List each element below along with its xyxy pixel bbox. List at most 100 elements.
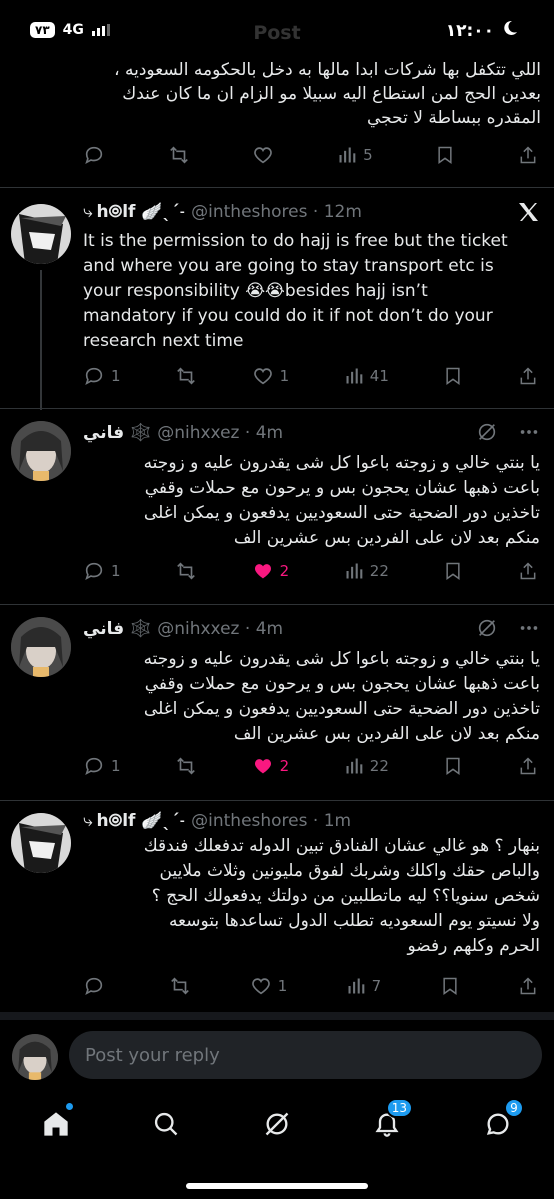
reply-input[interactable]: Post your reply xyxy=(69,1031,542,1079)
text-line: الحرم وكلهم رفضو xyxy=(407,936,540,956)
action-bar: 1 7 xyxy=(83,973,538,999)
repost-button[interactable] xyxy=(168,144,190,166)
reply-icon xyxy=(85,146,103,165)
handle[interactable]: @intheshores xyxy=(191,811,307,831)
share-button[interactable] xyxy=(518,366,538,386)
action-bar: 1 2 22 xyxy=(83,753,538,779)
avatar[interactable] xyxy=(11,204,71,264)
separator-dot: · xyxy=(307,202,324,222)
share-button[interactable] xyxy=(518,561,538,581)
views-button[interactable]: 7 xyxy=(346,976,381,996)
tweet[interactable]: فاني 🕸️ @nihxxez · 4m يا بنتي خالي و زوج… xyxy=(0,605,554,800)
display-name[interactable]: فاني 🕸️ xyxy=(83,619,151,639)
repost-button[interactable] xyxy=(169,975,191,997)
grok-icon[interactable] xyxy=(476,421,498,447)
header-icons xyxy=(476,617,540,643)
reply-arrow-icon: ⤷ xyxy=(83,202,93,222)
nav-grok[interactable] xyxy=(257,1104,297,1144)
like-button[interactable]: 2 xyxy=(252,560,289,582)
tweet-header: فاني 🕸️ @nihxxez · 4m xyxy=(83,421,540,445)
home-indicator xyxy=(186,1183,368,1189)
reply-count: 1 xyxy=(111,562,121,580)
share-icon xyxy=(520,367,536,385)
reply-button[interactable]: 1 xyxy=(83,560,121,582)
tweet[interactable]: ⤷ h⦾lf 🪽ˎˊ˗ @intheshores · 1m بنهار ؟ هو… xyxy=(0,801,554,1011)
tweet[interactable]: ⤷ h⦾lf 🪽ˎˊ˗ @intheshores · 12m It is the… xyxy=(0,188,554,410)
nav-messages[interactable]: 9 xyxy=(478,1098,524,1144)
reply-composer: Post your reply xyxy=(0,1022,554,1090)
like-button[interactable] xyxy=(252,144,274,166)
handle[interactable]: @nihxxez xyxy=(157,423,239,443)
avatar[interactable] xyxy=(11,617,71,677)
timestamp[interactable]: 1m xyxy=(324,811,351,831)
header-icons xyxy=(476,421,540,447)
bookmark-icon xyxy=(446,367,461,385)
repost-button[interactable] xyxy=(175,560,197,582)
bookmark-button[interactable] xyxy=(435,145,455,165)
partial-post[interactable]: اللي تتكفل بها شركات ابدا مالها به دخل ب… xyxy=(0,56,554,188)
views-button[interactable]: 5 xyxy=(337,145,373,165)
x-logo-icon xyxy=(516,200,540,228)
repost-icon xyxy=(177,367,195,385)
nav-notifications[interactable]: 13 xyxy=(367,1098,413,1144)
more-options-icon[interactable] xyxy=(518,421,540,447)
reply-icon xyxy=(85,367,103,386)
display-name[interactable]: h⦾lf 🪽ˎˊ˗ xyxy=(97,811,186,831)
display-name[interactable]: فاني 🕸️ xyxy=(83,423,151,443)
nav-home[interactable] xyxy=(36,1102,76,1144)
separator-dot: · xyxy=(307,811,324,831)
avatar[interactable] xyxy=(11,421,71,481)
text-line: المقدره ببساطة لا تحجي xyxy=(367,108,541,128)
views-button[interactable]: 41 xyxy=(344,366,389,386)
like-button[interactable]: 1 xyxy=(250,975,287,997)
thread-line xyxy=(40,270,42,410)
share-button[interactable] xyxy=(518,976,538,996)
text-line: تاخذين دور الضحية حتى السعوديين يدفعون و… xyxy=(143,699,540,719)
timestamp[interactable]: 4m xyxy=(256,423,283,443)
views-icon xyxy=(346,368,363,384)
bookmark-button[interactable] xyxy=(443,366,463,386)
grok-icon[interactable] xyxy=(476,617,498,643)
status-right: ١٢:٠٠ xyxy=(446,20,518,41)
reply-icon xyxy=(85,562,103,581)
header-icons xyxy=(516,200,540,228)
nav-search[interactable] xyxy=(146,1104,186,1144)
text-line: يا بنتي خالي و زوجته باعوا كل شى يقدرون … xyxy=(143,453,540,473)
views-icon xyxy=(346,563,363,579)
repost-button[interactable] xyxy=(175,755,197,777)
like-button[interactable]: 1 xyxy=(252,365,290,387)
repost-button[interactable] xyxy=(175,365,197,387)
reply-count: 1 xyxy=(111,757,121,775)
bookmark-button[interactable] xyxy=(443,756,463,776)
display-name[interactable]: h⦾lf 🪽ˎˊ˗ xyxy=(97,202,186,222)
handle[interactable]: @nihxxez xyxy=(157,619,239,639)
views-icon xyxy=(339,147,356,163)
reply-button[interactable]: 1 xyxy=(83,755,121,777)
reply-button[interactable] xyxy=(83,975,111,997)
text-line: شخص سنويا؟؟ ليه ماتطلبين من دولتك يدفعول… xyxy=(151,886,540,906)
like-button[interactable]: 2 xyxy=(252,755,289,777)
share-button[interactable] xyxy=(518,145,538,165)
own-avatar[interactable] xyxy=(12,1034,58,1080)
views-button[interactable]: 22 xyxy=(344,756,389,776)
more-options-icon[interactable] xyxy=(518,617,540,643)
share-icon xyxy=(520,146,536,164)
share-icon xyxy=(520,562,536,580)
avatar[interactable] xyxy=(11,813,71,873)
bookmark-button[interactable] xyxy=(443,561,463,581)
timestamp[interactable]: 4m xyxy=(256,619,283,639)
tweet[interactable]: فاني 🕸️ @nihxxez · 4m يا بنتي خالي و زوج… xyxy=(0,409,554,604)
reply-button[interactable] xyxy=(83,144,105,166)
bookmark-button[interactable] xyxy=(440,976,460,996)
tweet-text: يا بنتي خالي و زوجته باعوا كل شى يقدرون … xyxy=(83,451,540,551)
text-line: It is the permission to do hajj is free … xyxy=(83,231,508,251)
timestamp[interactable]: 12m xyxy=(324,202,362,222)
views-count: 22 xyxy=(369,562,389,580)
handle[interactable]: @intheshores xyxy=(191,202,307,222)
views-button[interactable]: 22 xyxy=(344,561,389,581)
like-count: 1 xyxy=(279,367,290,385)
share-button[interactable] xyxy=(518,756,538,776)
text-line: منكم بعد لان على الفردين بس عشرين الف xyxy=(233,528,540,548)
reply-button[interactable]: 1 xyxy=(83,365,121,387)
tweet-header: ⤷ h⦾lf 🪽ˎˊ˗ @intheshores · 12m xyxy=(83,200,540,224)
